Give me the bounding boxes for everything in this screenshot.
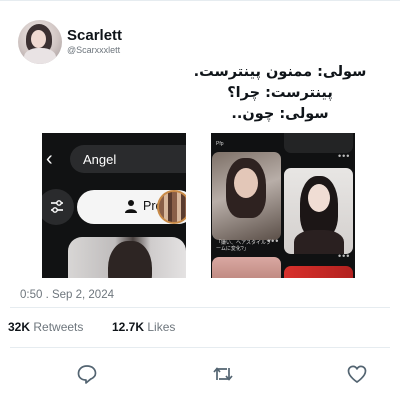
top-divider [0,0,400,1]
pin-caption: 「嫌い、ヘアスタイルブームに変化?」 [216,240,272,252]
back-arrow-icon: ‹ [46,148,53,170]
pin-tile [212,152,281,240]
tweet-timestamp[interactable]: 0:50 . Sep 2, 2024 [20,289,114,301]
filter-sliders-icon [42,189,74,225]
like-icon[interactable] [346,363,368,385]
likes-count: 12.7K [112,320,145,334]
board-label: Pfp [216,141,224,147]
caption-line-2: پینترست: چرا؟ [227,85,333,101]
caption-line-1: سولی: ممنون پینترست. [193,64,367,80]
divider [10,307,390,308]
likes-stat[interactable]: 12.7K Likes [112,320,175,334]
pin-tile [284,266,353,278]
retweets-count: 32K [8,320,31,334]
avatar[interactable] [18,20,62,64]
likes-label: Likes [147,320,176,334]
tweet-image-left[interactable]: ‹ Angel Profiles [42,133,186,278]
tweet-image-right[interactable]: Pfp ••• 「嫌い、ヘアスタイルブームに変化?」 ••• ••• [211,133,355,278]
retweets-stat[interactable]: 32K Retweets [8,320,83,334]
pin-tile [212,257,281,278]
search-value: Angel [83,152,117,167]
tweet-text: سولی: ممنون پینترست. پینترست: چرا؟ سولی:… [180,62,380,125]
pin-tile [284,168,353,254]
pin-tile [284,133,353,153]
display-name[interactable]: Scarlett [67,27,122,44]
divider [10,347,390,348]
board-thumbnail [157,190,186,224]
person-icon [125,199,137,218]
result-photo [68,237,186,278]
retweets-label: Retweets [33,320,84,334]
reply-icon[interactable] [76,363,98,385]
caption-line-3: سولی: چون.. [231,106,329,122]
retweet-icon[interactable] [212,363,234,385]
search-input: Angel [70,145,186,173]
user-handle[interactable]: @Scarxxxlett [67,45,120,55]
more-dots-icon: ••• [338,151,351,161]
more-dots-icon: ••• [338,251,351,261]
